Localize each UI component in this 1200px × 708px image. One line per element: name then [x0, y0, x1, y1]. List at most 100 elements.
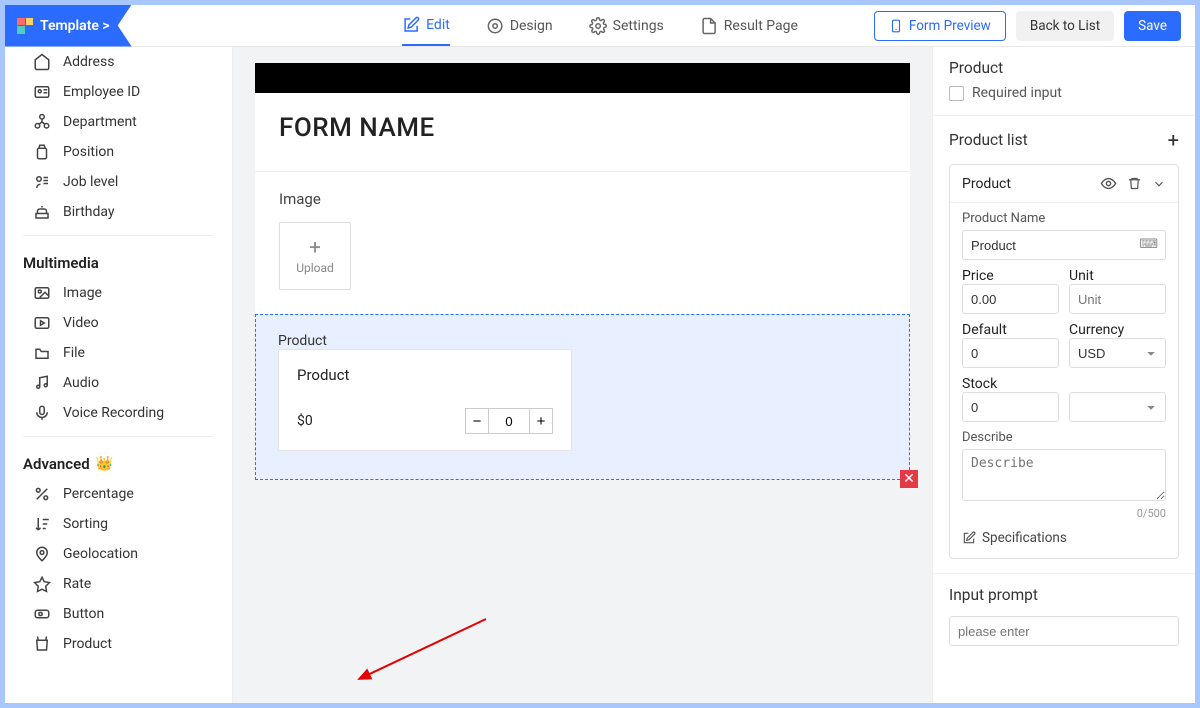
- form-preview-label: Form Preview: [909, 18, 991, 34]
- plus-icon: +: [309, 237, 320, 257]
- audio-icon: [33, 374, 51, 392]
- sidebar-item-image[interactable]: Image: [5, 278, 232, 308]
- currency-label: Currency: [1069, 322, 1124, 338]
- sidebar-item-product[interactable]: Product: [5, 629, 232, 659]
- chevron-down-icon[interactable]: [1152, 177, 1166, 191]
- describe-textarea[interactable]: [962, 449, 1166, 501]
- close-icon: ✕: [903, 471, 915, 487]
- gear-icon: [589, 17, 607, 35]
- product-icon: [33, 635, 51, 653]
- tab-design-label: Design: [510, 18, 553, 34]
- back-label: Back to List: [1030, 18, 1100, 34]
- stock-input[interactable]: [962, 392, 1059, 422]
- sidebar-item-position[interactable]: Position: [5, 137, 232, 167]
- sidebar-item-sorting[interactable]: Sorting: [5, 509, 232, 539]
- panel-section-header: Product Required input: [933, 47, 1195, 116]
- upload-label: Upload: [296, 261, 334, 275]
- divider: [23, 436, 214, 437]
- currency-select[interactable]: USD: [1069, 338, 1166, 368]
- form-preview-button[interactable]: Form Preview: [874, 11, 1006, 41]
- specifications-label: Specifications: [982, 530, 1067, 546]
- sidebar-item-geolocation[interactable]: Geolocation: [5, 539, 232, 569]
- sidebar-item-department[interactable]: Department: [5, 107, 232, 137]
- stock-extra-label: [1069, 376, 1072, 392]
- spec-edit-icon: [962, 531, 976, 545]
- image-icon: [33, 284, 51, 302]
- tab-settings[interactable]: Settings: [589, 5, 664, 46]
- topbar: Template > Edit Design Settings Result P…: [5, 5, 1195, 47]
- template-badge[interactable]: Template >: [5, 5, 132, 47]
- sidebar-item-file[interactable]: File: [5, 338, 232, 368]
- tab-design[interactable]: Design: [486, 5, 553, 46]
- keyboard-icon[interactable]: ⌨: [1139, 237, 1158, 252]
- sidebar-item-percentage[interactable]: Percentage: [5, 479, 232, 509]
- qty-input[interactable]: [489, 408, 529, 434]
- sidebar-item-label: Video: [63, 315, 99, 331]
- sidebar: Address Employee ID Department Position …: [5, 47, 233, 703]
- checkbox-icon[interactable]: [949, 86, 964, 101]
- annotation-arrow: [351, 617, 491, 687]
- delete-section-button[interactable]: ✕: [900, 470, 918, 488]
- sidebar-item-label: Birthday: [63, 204, 115, 220]
- sidebar-item-address[interactable]: Address: [5, 47, 232, 77]
- sidebar-item-video[interactable]: Video: [5, 308, 232, 338]
- sidebar-item-birthday[interactable]: Birthday: [5, 197, 232, 227]
- section-product-selected[interactable]: Product Product $0 − + ✕: [255, 314, 910, 480]
- price-label: Price: [962, 268, 994, 284]
- panel-input-prompt: Input prompt: [933, 574, 1195, 660]
- sidebar-item-label: Percentage: [63, 486, 134, 502]
- price-input[interactable]: [962, 284, 1059, 314]
- form-paper: FORM NAME Image + Upload: [255, 63, 910, 314]
- qty-increment-button[interactable]: +: [529, 408, 553, 434]
- trash-icon[interactable]: [1127, 175, 1142, 192]
- rate-icon: [33, 575, 51, 593]
- file-icon: [33, 344, 51, 362]
- position-icon: [33, 143, 51, 161]
- tab-result[interactable]: Result Page: [700, 5, 798, 46]
- sidebar-item-label: Button: [63, 606, 104, 622]
- default-input[interactable]: [962, 338, 1059, 368]
- upload-button[interactable]: + Upload: [279, 222, 351, 290]
- sidebar-item-employee-id[interactable]: Employee ID: [5, 77, 232, 107]
- stock-extra-select[interactable]: [1069, 392, 1166, 422]
- sidebar-item-label: Sorting: [63, 516, 108, 532]
- product-item-name: Product: [962, 176, 1011, 192]
- sorting-icon: [33, 515, 51, 533]
- back-to-list-button[interactable]: Back to List: [1016, 11, 1114, 41]
- sidebar-item-button[interactable]: Button: [5, 599, 232, 629]
- sidebar-item-rate[interactable]: Rate: [5, 569, 232, 599]
- required-checkbox-row[interactable]: Required input: [949, 85, 1179, 101]
- form-title[interactable]: FORM NAME: [255, 93, 910, 171]
- product-item-header[interactable]: Product: [950, 165, 1178, 203]
- save-label: Save: [1138, 18, 1167, 34]
- group-multimedia: Multimedia: [5, 244, 232, 278]
- birthday-icon: [33, 203, 51, 221]
- section-image[interactable]: Image + Upload: [255, 171, 910, 314]
- tab-settings-label: Settings: [613, 18, 664, 34]
- group-advanced: Advanced👑: [5, 445, 232, 479]
- qty-decrement-button[interactable]: −: [465, 408, 489, 434]
- sidebar-item-job-level[interactable]: Job level: [5, 167, 232, 197]
- voice-icon: [33, 404, 51, 422]
- unit-input[interactable]: [1069, 284, 1166, 314]
- input-prompt-field[interactable]: [949, 616, 1179, 646]
- add-product-button[interactable]: +: [1168, 128, 1179, 152]
- save-button[interactable]: Save: [1124, 11, 1181, 41]
- sidebar-item-audio[interactable]: Audio: [5, 368, 232, 398]
- tab-edit[interactable]: Edit: [402, 5, 450, 46]
- specifications-link[interactable]: Specifications: [950, 520, 1178, 558]
- default-label: Default: [962, 322, 1007, 338]
- product-name-input[interactable]: [962, 230, 1166, 260]
- sidebar-item-voice-recording[interactable]: Voice Recording: [5, 398, 232, 428]
- section-image-label: Image: [279, 190, 886, 208]
- panel-title: Product: [949, 59, 1179, 77]
- section-product-label: Product: [278, 333, 887, 349]
- product-card[interactable]: Product $0 − +: [278, 349, 572, 451]
- sidebar-item-label: Image: [63, 285, 102, 301]
- geolocation-icon: [33, 545, 51, 563]
- quantity-stepper[interactable]: − +: [465, 408, 553, 434]
- form-header-bar: [255, 63, 910, 93]
- percentage-icon: [33, 485, 51, 503]
- stock-label: Stock: [962, 376, 997, 392]
- eye-icon[interactable]: [1100, 175, 1117, 192]
